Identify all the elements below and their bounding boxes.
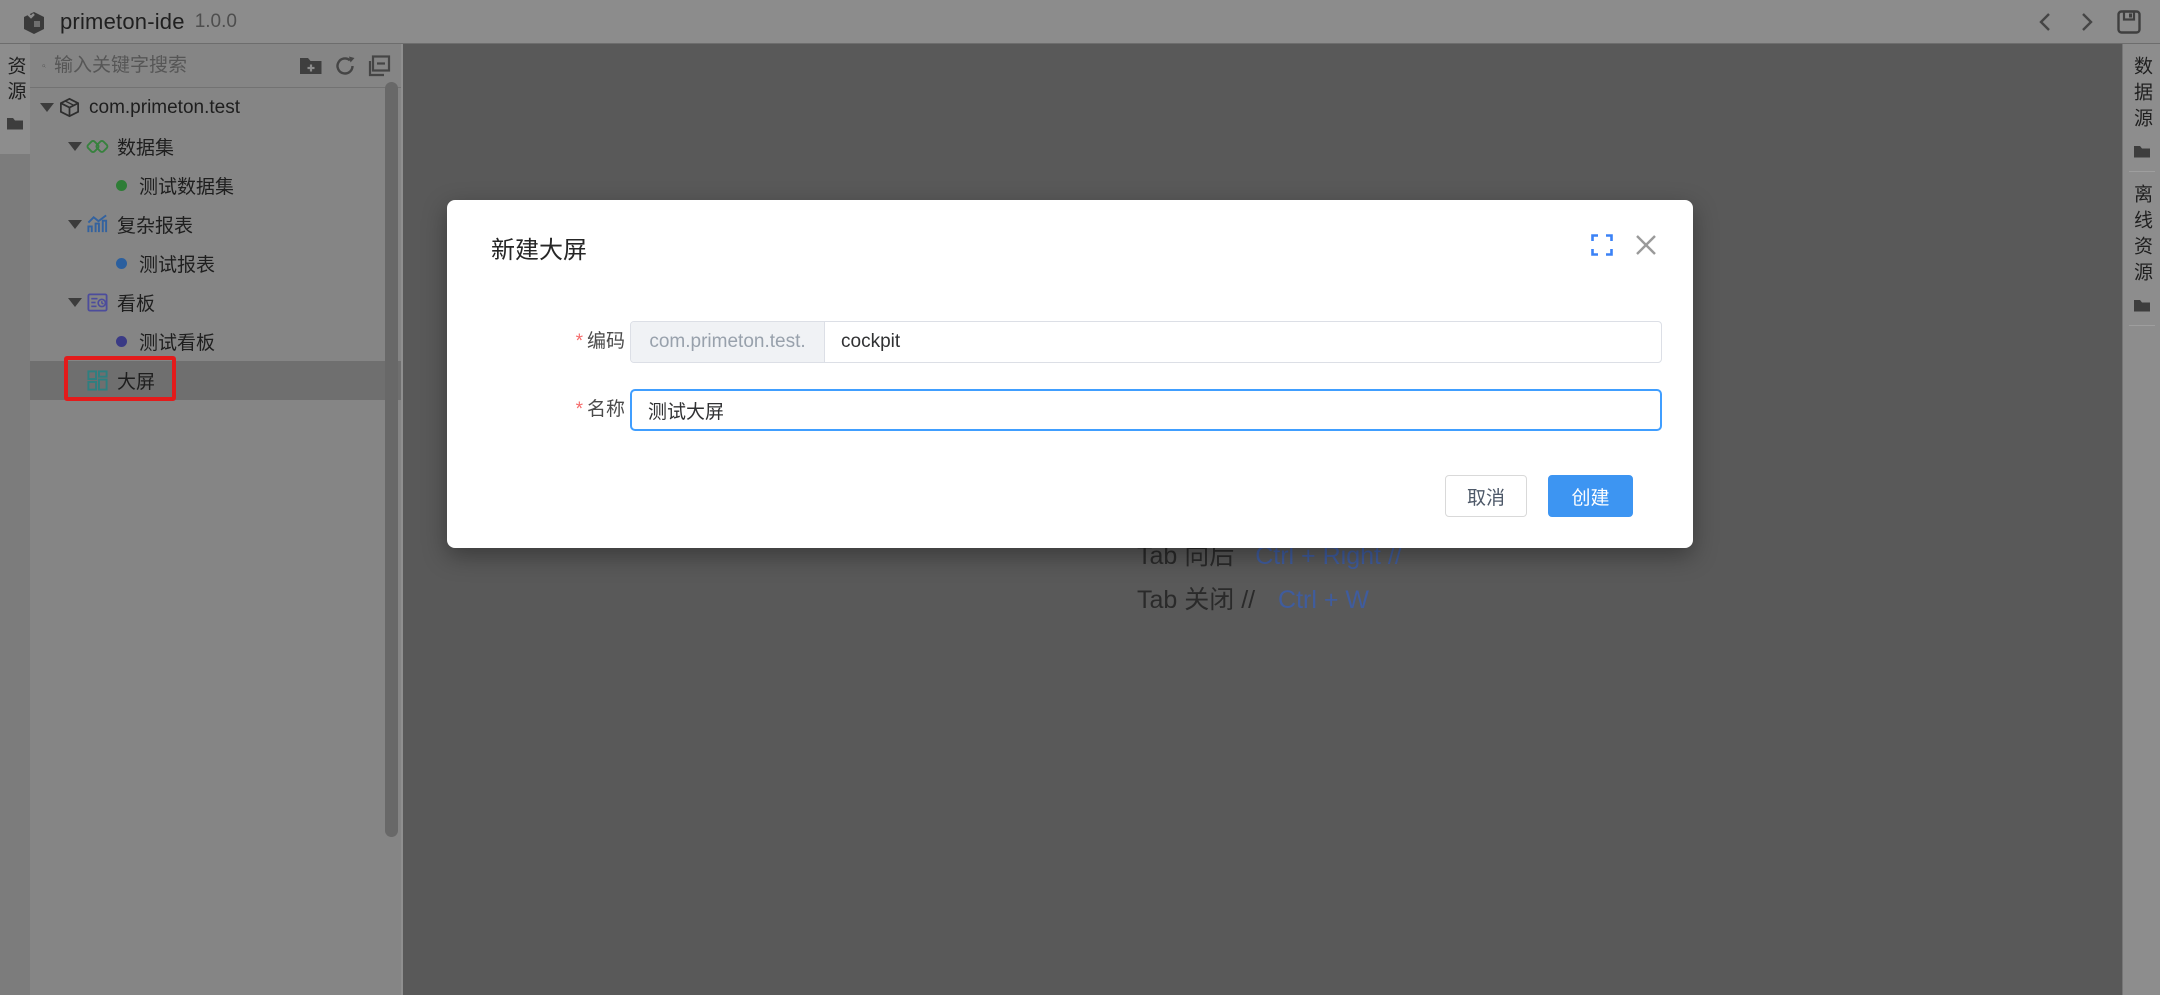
caret-down-icon[interactable] [68, 220, 82, 229]
name-field-row: *名称 [447, 389, 1693, 431]
dataset-dot-icon [116, 180, 127, 191]
fullscreen-icon[interactable] [1591, 234, 1613, 256]
tree-item-kanban[interactable]: 看板 [30, 283, 401, 322]
tree-item-test-dataset[interactable]: 测试数据集 [30, 166, 401, 205]
tab-datasource-label: 数据源 [2128, 56, 2155, 134]
code-input[interactable] [825, 322, 1661, 362]
tree-item-label: 测试报表 [139, 250, 215, 277]
new-bigscreen-dialog: 新建大屏 *编码 com.primeton.test. *名称 取消 创建 [447, 200, 1693, 548]
logo-icon [20, 8, 48, 36]
folder-icon [2133, 298, 2151, 313]
right-tab-strip: 数据源 离线资源 [2122, 44, 2160, 995]
tree-item-label: 测试看板 [139, 328, 215, 355]
dataset-icon [86, 135, 109, 158]
report-dot-icon [116, 258, 127, 269]
explorer-search-row [30, 44, 401, 88]
tree-item-label: 大屏 [117, 367, 155, 394]
search-input[interactable] [54, 55, 299, 77]
tab-offline-resources-label: 离线资源 [2128, 184, 2155, 288]
resource-tree: com.primeton.test 数据集 测试数据集 复杂报表 [30, 88, 401, 400]
name-input[interactable] [632, 391, 1660, 429]
kanban-dot-icon [116, 336, 127, 347]
kanban-icon [86, 291, 109, 314]
app-version: 1.0.0 [195, 11, 237, 33]
search-icon [42, 56, 46, 76]
cancel-button[interactable]: 取消 [1445, 475, 1527, 517]
folder-icon [6, 116, 24, 131]
resource-explorer-panel: com.primeton.test 数据集 测试数据集 复杂报表 [30, 44, 403, 995]
tree-item-big-screen[interactable]: 大屏 [30, 361, 401, 400]
tab-resources[interactable]: 资源 [0, 44, 30, 154]
dialog-title: 新建大屏 [491, 230, 587, 265]
new-folder-icon[interactable] [299, 56, 323, 76]
shortcut-hint-row: Tab 关闭 // Ctrl + W [1137, 580, 1369, 616]
shortcut-label: Tab 关闭 // [1137, 586, 1255, 614]
app-title: primeton-ide [60, 9, 185, 35]
title-bar: primeton-ide 1.0.0 [0, 0, 2160, 44]
explorer-scrollbar[interactable] [385, 82, 398, 837]
create-button[interactable]: 创建 [1548, 475, 1633, 517]
name-input-wrapper [630, 389, 1662, 431]
refresh-icon[interactable] [334, 55, 356, 77]
tab-offline-resources[interactable]: 离线资源 [2123, 172, 2160, 313]
dialog-footer: 取消 创建 [447, 475, 1693, 517]
strip-divider [2129, 325, 2155, 326]
left-tab-strip: 资源 [0, 44, 30, 995]
tree-item-test-report[interactable]: 测试报表 [30, 244, 401, 283]
collapse-all-icon[interactable] [367, 55, 391, 77]
back-icon[interactable] [2032, 9, 2058, 35]
shortcut-keys: Ctrl + W [1278, 586, 1369, 614]
tree-item-complex-report[interactable]: 复杂报表 [30, 205, 401, 244]
screen-icon [86, 369, 109, 392]
tree-item-label: 数据集 [117, 133, 174, 160]
code-field-label: *编码 [447, 321, 625, 363]
close-icon[interactable] [1633, 232, 1659, 258]
tree-item-package[interactable]: com.primeton.test [30, 88, 401, 127]
tree-item-test-kanban[interactable]: 测试看板 [30, 322, 401, 361]
code-field-row: *编码 com.primeton.test. [447, 321, 1693, 363]
code-prefix-addon: com.primeton.test. [631, 322, 825, 362]
caret-down-icon[interactable] [68, 142, 82, 151]
save-icon[interactable] [2116, 9, 2142, 35]
code-input-group: com.primeton.test. [630, 321, 1662, 363]
folder-icon [2133, 144, 2151, 159]
tree-item-dataset[interactable]: 数据集 [30, 127, 401, 166]
name-field-label: *名称 [447, 389, 625, 431]
tab-resources-label: 资源 [2, 56, 29, 106]
required-asterisk: * [576, 399, 583, 420]
tree-item-label: com.primeton.test [89, 97, 240, 119]
tab-datasource[interactable]: 数据源 [2123, 44, 2160, 159]
package-icon [58, 96, 81, 119]
tree-item-label: 复杂报表 [117, 211, 193, 238]
caret-down-icon[interactable] [68, 298, 82, 307]
forward-icon[interactable] [2074, 9, 2100, 35]
report-icon [86, 213, 109, 236]
caret-down-icon[interactable] [40, 103, 54, 112]
tree-item-label: 看板 [117, 289, 155, 316]
tree-item-label: 测试数据集 [139, 172, 234, 199]
required-asterisk: * [576, 331, 583, 352]
